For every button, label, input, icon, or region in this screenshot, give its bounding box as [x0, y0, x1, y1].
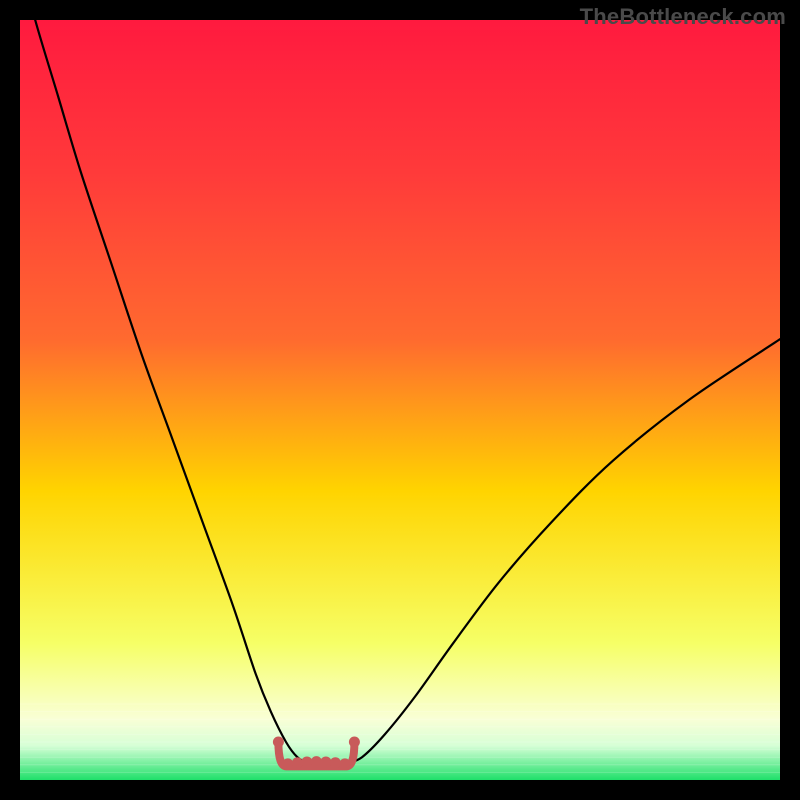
- bottleneck-chart: [20, 20, 780, 780]
- watermark-text: TheBottleneck.com: [580, 4, 786, 30]
- chart-frame: TheBottleneck.com: [0, 0, 800, 800]
- gradient-background: [20, 20, 780, 780]
- plot-area: [20, 20, 780, 780]
